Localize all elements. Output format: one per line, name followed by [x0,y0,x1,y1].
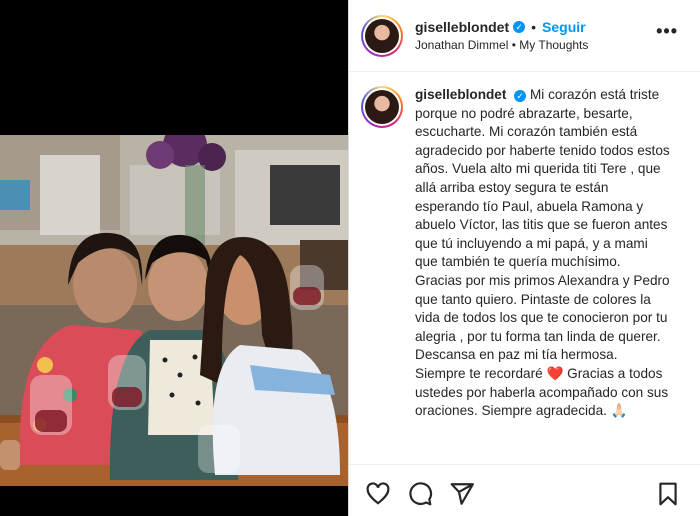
caption-text: giselleblondet ✓ Mi corazón está triste … [415,86,671,421]
comment-icon[interactable] [407,481,433,507]
post-header: giselleblondet ✓ • Seguir Jonathan Dimme… [349,0,700,72]
more-options-icon[interactable]: ••• [656,22,678,40]
audio-attribution-link[interactable]: Jonathan Dimmel • My Thoughts [415,38,588,52]
action-bar [349,464,700,516]
caption-avatar-ring[interactable] [361,86,403,128]
verified-badge-icon: ✓ [513,21,526,33]
follow-button[interactable]: Seguir [542,19,586,35]
instagram-post-view: giselleblondet ✓ • Seguir Jonathan Dimme… [0,0,700,516]
separator-dot: • [531,19,537,35]
send-icon[interactable] [449,481,475,507]
media-panel [0,0,348,516]
header-row-user: giselleblondet ✓ • Seguir [415,19,588,35]
bookmark-icon[interactable] [655,481,681,507]
post-photo[interactable] [0,135,348,486]
username-link[interactable]: giselleblondet [415,19,509,35]
avatar-story-ring[interactable] [361,14,403,57]
caption-avatar [365,90,399,124]
post-side-panel: giselleblondet ✓ • Seguir Jonathan Dimme… [348,0,700,516]
caption-verified-badge-icon: ✓ [514,90,527,103]
heart-icon[interactable] [365,481,391,507]
caption-body: Mi corazón está triste porque no podré a… [415,87,670,419]
avatar-inner-border [363,16,401,55]
avatar [365,18,399,53]
caption-username-link[interactable]: giselleblondet [415,87,506,102]
header-text: giselleblondet ✓ • Seguir Jonathan Dimme… [415,19,588,52]
caption-avatar-inner [363,88,401,126]
caption-block: giselleblondet ✓ Mi corazón está triste … [349,72,700,421]
